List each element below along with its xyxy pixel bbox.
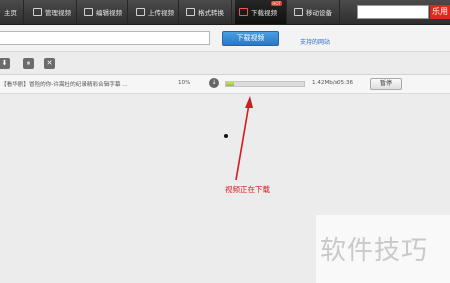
watermark-text: 软件技巧 — [320, 236, 429, 266]
annotation-text: 视频正在下载 — [225, 185, 270, 194]
cursor-dot — [224, 134, 228, 138]
watermark: 软件技巧 — [316, 215, 450, 283]
